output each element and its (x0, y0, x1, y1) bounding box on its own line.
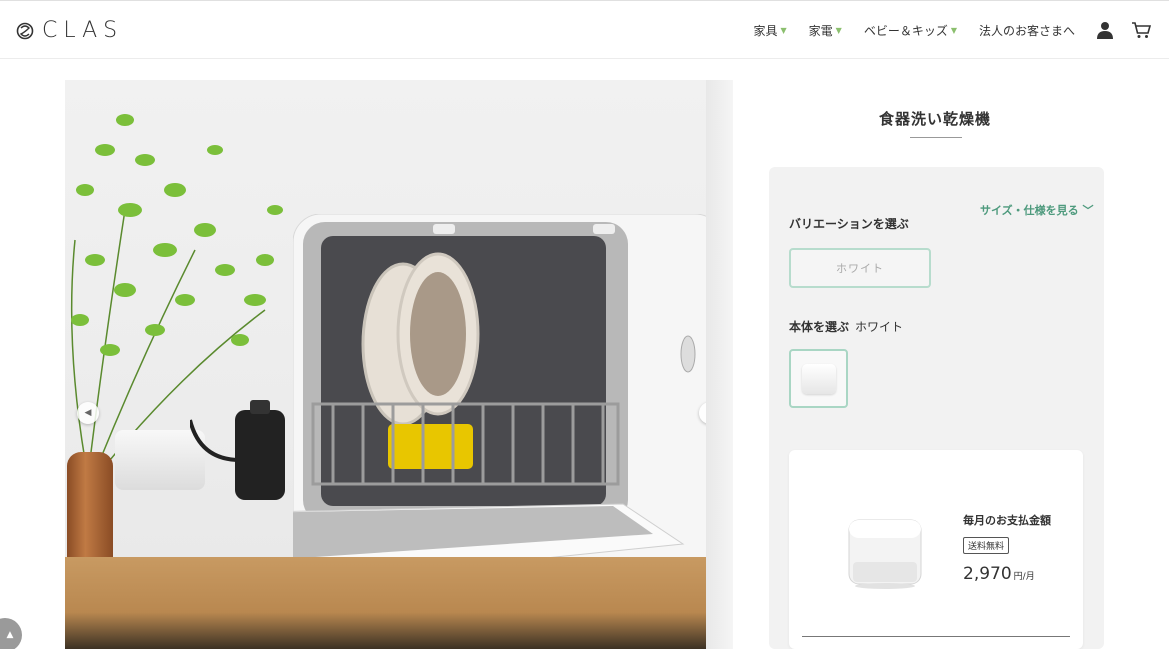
body-select-heading: 本体を選ぶ ホワイト (789, 318, 903, 335)
caret-down-icon: ▼ (950, 25, 957, 35)
price-value: 2,970 (963, 564, 1012, 584)
nav-item-label: 家具 (753, 23, 778, 38)
body-select-label: 本体を選ぶ (789, 320, 850, 334)
cart-icon[interactable] (1131, 21, 1151, 39)
price-unit: 円/月 (1013, 572, 1035, 582)
site-header: CLAS 家具 ▼ 家電 ▼ ベビー＆キッズ ▼ 法人のお客さまへ (0, 0, 1169, 59)
payment-card: 毎月のお支払金額 送料無料 2,970 円/月 (789, 450, 1083, 649)
logo[interactable]: CLAS (16, 18, 123, 43)
body-swatch-white[interactable] (789, 349, 848, 408)
free-shipping-badge: 送料無料 (963, 537, 1010, 554)
nav-item-baby-kids[interactable]: ベビー＆キッズ ▼ (864, 22, 957, 39)
caret-down-icon: ▼ (835, 25, 842, 35)
product-title: 食器洗い乾燥機 (878, 110, 991, 128)
nav-item-label: 家電 (808, 23, 833, 38)
nav-item-appliances[interactable]: 家電 ▼ (809, 22, 842, 39)
chevron-left-icon: ◀ (84, 408, 92, 418)
nav-item-furniture[interactable]: 家具 ▼ (753, 22, 786, 39)
monthly-payment-label: 毎月のお支払金額 (963, 514, 1051, 527)
logo-text: CLAS (42, 18, 124, 43)
variation-heading: バリエーションを選ぶ (789, 217, 909, 231)
nav-item-label: 法人のお客さまへ (978, 23, 1075, 38)
size-spec-link[interactable]: サイズ・仕様を見る ﹀ (980, 202, 1094, 218)
variation-option-white[interactable]: ホワイト (789, 248, 931, 288)
body-select-value: ホワイト (855, 320, 904, 334)
carousel-prev-button[interactable]: ◀ (77, 402, 99, 424)
product-image-carousel[interactable]: ◀ ▶ (65, 80, 733, 649)
scroll-to-top-button[interactable]: ▲ (0, 618, 22, 649)
wooden-counter (65, 557, 733, 649)
size-spec-link-label: サイズ・仕様を見る (980, 204, 1079, 217)
monthly-price: 2,970 円/月 (963, 564, 1035, 584)
next-slide-peek (706, 80, 733, 649)
nav-item-label: ベビー＆キッズ (863, 23, 948, 38)
kettle-illustration (190, 400, 285, 500)
product-image (848, 519, 922, 589)
logo-mark-icon (16, 22, 34, 39)
product-thumbnail (801, 363, 836, 394)
nav-item-corporate[interactable]: 法人のお客さまへ (979, 22, 1075, 39)
title-divider (910, 137, 962, 138)
chevron-up-icon: ▲ (6, 630, 14, 640)
user-icon[interactable] (1097, 21, 1113, 39)
chevron-down-icon: ﹀ (1082, 204, 1094, 217)
card-divider (802, 636, 1070, 637)
main-nav: 家具 ▼ 家電 ▼ ベビー＆キッズ ▼ 法人のお客さまへ (753, 21, 1169, 39)
caret-down-icon: ▼ (780, 25, 787, 35)
